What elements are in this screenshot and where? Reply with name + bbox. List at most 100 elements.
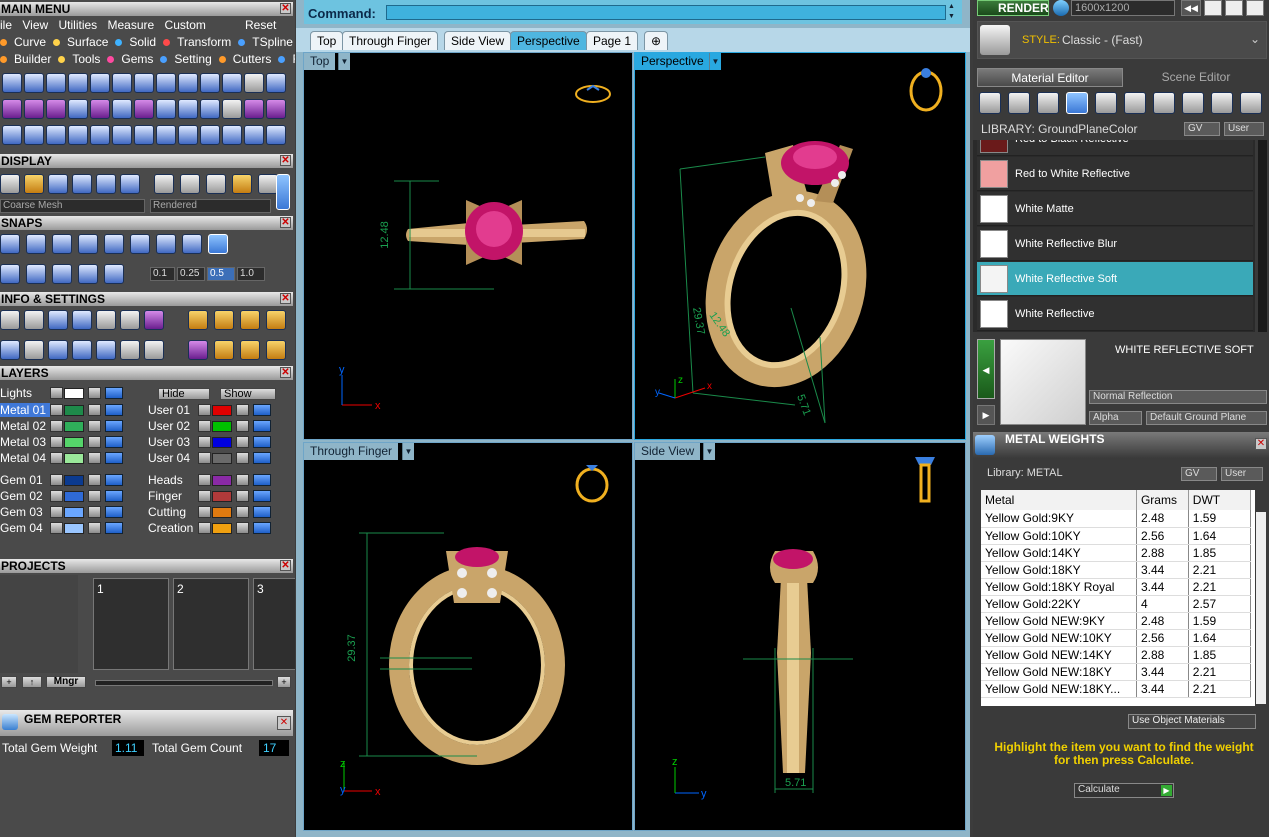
layer-expand-icon[interactable] [198, 490, 211, 502]
calculate-button[interactable]: Calculate ▶ [1074, 783, 1174, 798]
table-row[interactable]: Yellow Gold NEW:9KY 2.48 1.59 [981, 612, 1252, 630]
table-row[interactable]: Yellow Gold NEW:18KY 3.44 2.21 [981, 663, 1252, 681]
info-row2-7-icon[interactable] [144, 340, 164, 360]
layer-row[interactable]: Creation [148, 521, 200, 535]
close-icon[interactable]: ✕ [1255, 438, 1267, 450]
layer-color-swatch[interactable] [212, 421, 232, 432]
add-tab-icon[interactable]: ⊕ [644, 31, 668, 50]
layer-color-swatch[interactable] [212, 523, 232, 534]
visibility-toggle[interactable] [253, 404, 271, 416]
menu-tab-gems[interactable]: Gems [107, 52, 153, 66]
menu-tab-render[interactable]: Render [278, 52, 295, 66]
rewind-icon[interactable]: ◀◀ [1181, 0, 1201, 16]
lock-icon[interactable] [88, 420, 101, 432]
tool-row1-13-icon[interactable] [266, 73, 286, 93]
snap-row2-2-icon[interactable] [26, 264, 46, 284]
tool-row3-10-icon[interactable] [200, 125, 220, 145]
collapse-left-icon[interactable]: ◀ [977, 339, 995, 399]
menu-tab-tspline[interactable]: TSpline [238, 35, 293, 49]
tool-row1-4-icon[interactable] [68, 73, 88, 93]
lock-icon[interactable] [236, 452, 249, 464]
show-button[interactable]: Show [220, 388, 276, 400]
tool-row3-5-icon[interactable] [90, 125, 110, 145]
visibility-toggle[interactable] [105, 490, 123, 502]
layer-toggle[interactable] [50, 387, 63, 399]
snap-9-icon[interactable] [208, 234, 228, 254]
tab-scene-editor[interactable]: Scene Editor [1125, 68, 1267, 87]
display-mode-4-icon[interactable] [72, 174, 92, 194]
layer-color-swatch[interactable] [212, 437, 232, 448]
snap-4-icon[interactable] [78, 234, 98, 254]
expand-right-icon[interactable]: ▶ [977, 405, 995, 425]
tool-row3-1-icon[interactable] [2, 125, 22, 145]
snap-8-icon[interactable] [182, 234, 202, 254]
info-6-icon[interactable] [120, 310, 140, 330]
info-right-row2-3-icon[interactable] [240, 340, 260, 360]
shading-3-icon[interactable] [206, 174, 226, 194]
tab-perspective[interactable]: Perspective [510, 31, 587, 50]
tool-row1-6-icon[interactable] [112, 73, 132, 93]
display-mode-3-icon[interactable] [48, 174, 68, 194]
material-item[interactable]: Red to White Reflective [977, 157, 1253, 191]
shading-1-icon[interactable] [154, 174, 174, 194]
lock-icon[interactable] [236, 436, 249, 448]
info-row2-2-icon[interactable] [24, 340, 44, 360]
tool-row1-11-icon[interactable] [222, 73, 242, 93]
material-item[interactable]: White Reflective [977, 297, 1253, 331]
snap-3-icon[interactable] [52, 234, 72, 254]
table-row[interactable]: Yellow Gold NEW:18KY... 3.44 2.21 [981, 680, 1252, 698]
info-row2-4-icon[interactable] [72, 340, 92, 360]
tool-row2-7-icon[interactable] [134, 99, 154, 119]
snap-value-1[interactable]: 0.1 [150, 267, 175, 281]
layer-row[interactable]: Gem 03 [0, 505, 50, 519]
add-project-button[interactable]: + [1, 676, 17, 688]
tool-row3-7-icon[interactable] [134, 125, 154, 145]
layer-row[interactable]: User 02 [148, 419, 200, 433]
layer-expand-icon[interactable] [198, 522, 211, 534]
table-row[interactable]: Yellow Gold NEW:10KY 2.56 1.64 [981, 629, 1252, 647]
info-right-2-icon[interactable] [214, 310, 234, 330]
menu-tab-tools[interactable]: Tools [58, 52, 100, 66]
layer-color-swatch[interactable] [212, 405, 232, 416]
snap-1-icon[interactable] [0, 234, 20, 254]
layer-color-swatch[interactable] [64, 453, 84, 464]
tool-row2-5-icon[interactable] [90, 99, 110, 119]
tool-row1-2-icon[interactable] [24, 73, 44, 93]
layer-row[interactable]: Finger [148, 489, 200, 503]
info-3-icon[interactable] [48, 310, 68, 330]
tool-row1-7-icon[interactable] [134, 73, 154, 93]
lights-swatch[interactable] [64, 388, 84, 399]
info-right-row2-1-icon[interactable] [188, 340, 208, 360]
tool-row2-8-icon[interactable] [156, 99, 176, 119]
visibility-toggle[interactable] [105, 420, 123, 432]
tool-row3-9-icon[interactable] [178, 125, 198, 145]
scroll-down-icon[interactable]: ▼ [948, 13, 958, 21]
layer-color-swatch[interactable] [64, 491, 84, 502]
layer-color-swatch[interactable] [212, 491, 232, 502]
visibility-toggle[interactable] [105, 452, 123, 464]
tool-row3-4-icon[interactable] [68, 125, 88, 145]
viewport-perspective[interactable]: Perspective ▼ 29.37 12.48 5.71 z y x [634, 52, 966, 440]
visibility-toggle[interactable] [253, 490, 271, 502]
layer-expand-icon[interactable] [50, 420, 63, 432]
layer-row[interactable]: Cutting [148, 505, 200, 519]
visibility-toggle[interactable] [253, 436, 271, 448]
render-button[interactable]: RENDER [977, 0, 1049, 16]
tool-row2-11-icon[interactable] [222, 99, 242, 119]
alpha-field[interactable]: Alpha [1089, 411, 1142, 425]
shading-5-icon[interactable] [258, 174, 278, 194]
tool-row2-10-icon[interactable] [200, 99, 220, 119]
snap-6-icon[interactable] [130, 234, 150, 254]
material-item[interactable]: White Matte [977, 192, 1253, 226]
menu-tab-cutters[interactable]: Cutters [218, 52, 271, 66]
layer-color-swatch[interactable] [64, 437, 84, 448]
info-row2-5-icon[interactable] [96, 340, 116, 360]
lock-icon[interactable] [236, 490, 249, 502]
tool-row2-1-icon[interactable] [2, 99, 22, 119]
tool-row2-3-icon[interactable] [46, 99, 66, 119]
ground-plane-select[interactable]: Default Ground Plane [1146, 411, 1267, 425]
tool-row1-8-icon[interactable] [156, 73, 176, 93]
layer-expand-icon[interactable] [50, 522, 63, 534]
menu-tab-curve[interactable]: Curve [0, 35, 46, 49]
menu-tab-surface[interactable]: Surface [53, 35, 108, 49]
